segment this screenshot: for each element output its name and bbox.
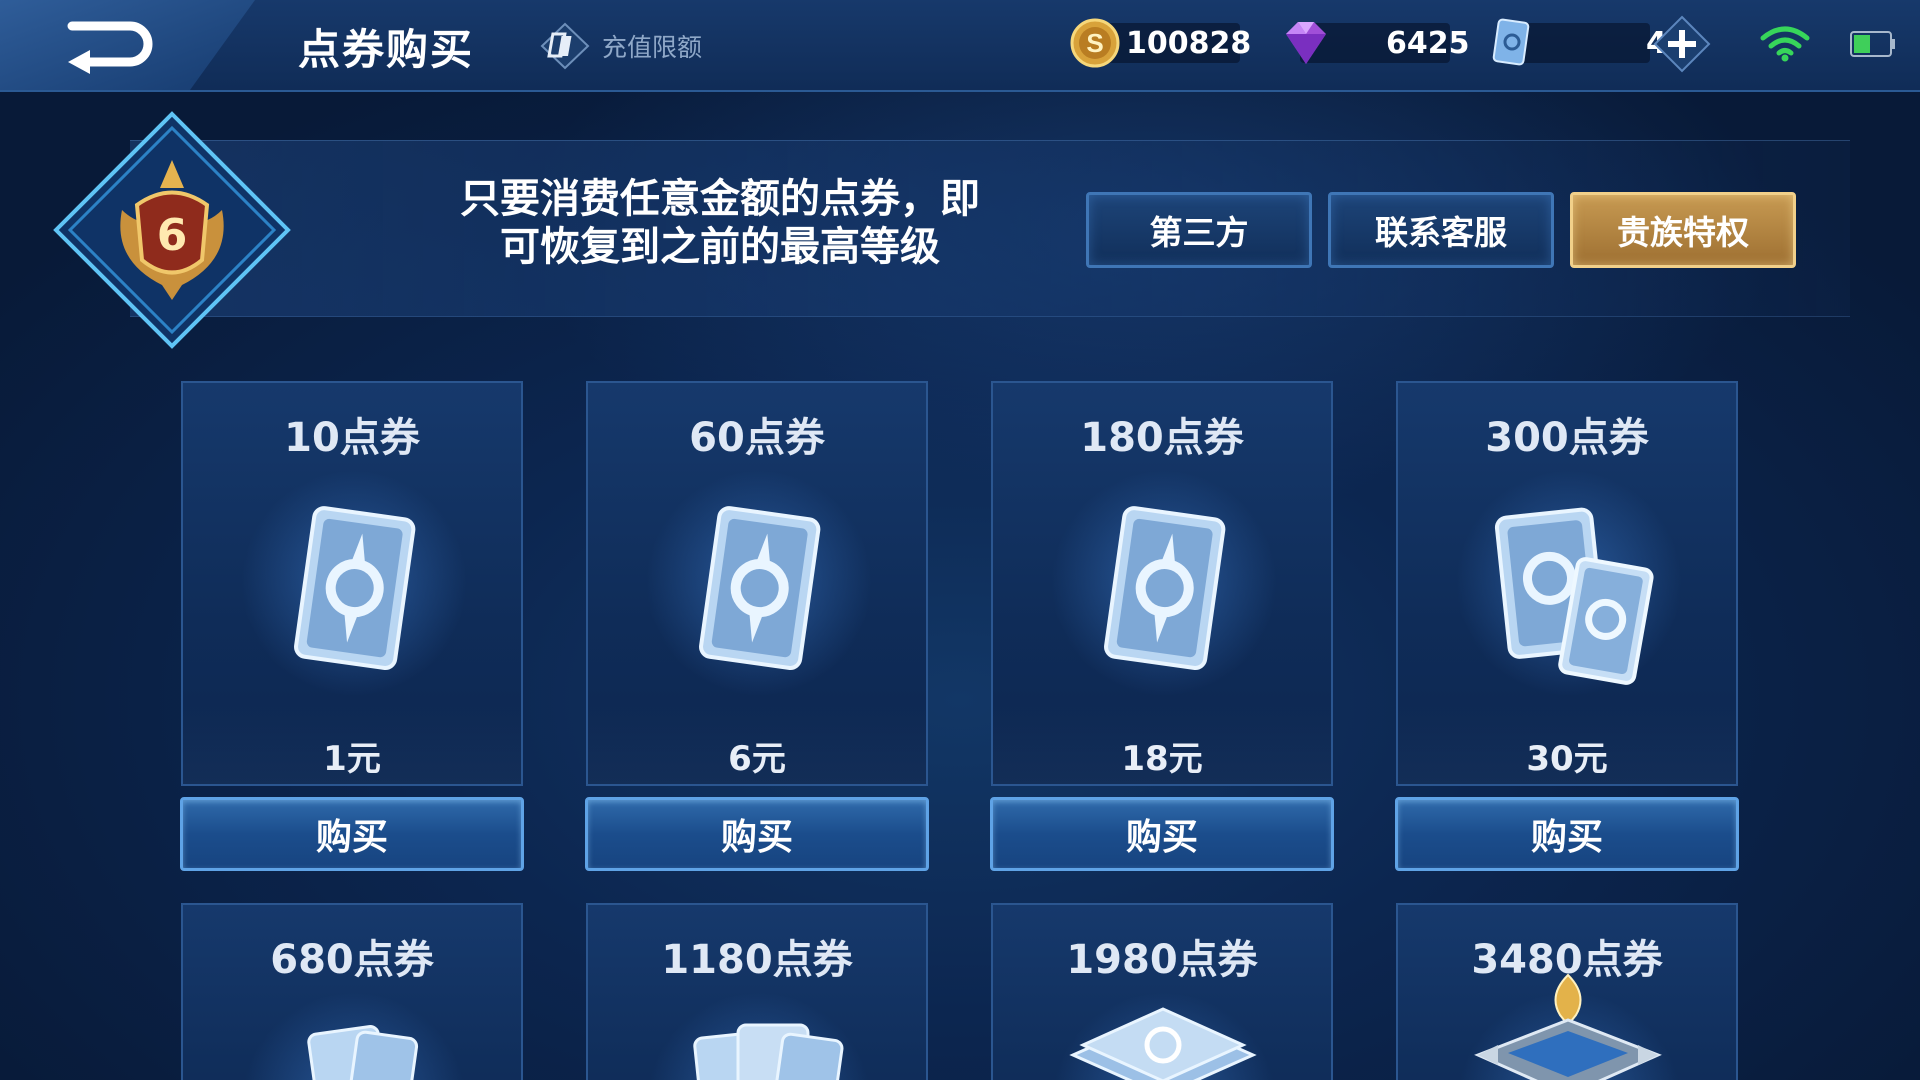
- buy-button[interactable]: 购买: [180, 797, 524, 871]
- battery-icon: [1850, 31, 1895, 57]
- package-card[interactable]: 1980点券: [991, 903, 1333, 1080]
- package-title: 10点券: [284, 415, 420, 461]
- add-coupon-button[interactable]: [1653, 15, 1711, 73]
- noble-privilege-button[interactable]: 贵族特权: [1570, 192, 1796, 268]
- package-card[interactable]: 180点券 18元: [991, 381, 1333, 786]
- package-card[interactable]: 300点券 30元: [1396, 381, 1738, 786]
- voucher-card-icon: [294, 506, 416, 670]
- package-title: 680点券: [270, 937, 434, 983]
- svg-text:S: S: [1086, 28, 1103, 58]
- gold-amount: 100828: [1126, 25, 1252, 61]
- package-title: 60点券: [689, 415, 825, 461]
- voucher-stack-icon: [307, 1025, 419, 1080]
- coupon-icon: [1492, 18, 1530, 66]
- card-icon: [540, 22, 590, 70]
- treasure-chest-icon: [1474, 973, 1662, 1080]
- package-price: 1元: [323, 739, 381, 779]
- banner-message-line1: 只要消费任意金额的点券，即: [460, 176, 980, 222]
- package-card[interactable]: 680点券: [181, 903, 523, 1080]
- recharge-limit-link[interactable]: 充值限额: [540, 22, 703, 70]
- package-price: 6元: [728, 739, 786, 779]
- voucher-stack-icon: [1494, 507, 1654, 685]
- third-party-button[interactable]: 第三方: [1086, 192, 1312, 268]
- wifi-icon: [1760, 26, 1810, 62]
- diamond-amount: 6425: [1386, 25, 1470, 61]
- package-price: 18元: [1121, 739, 1203, 779]
- package-price: 30元: [1526, 739, 1608, 779]
- buy-button[interactable]: 购买: [990, 797, 1334, 871]
- plus-icon: [1653, 15, 1711, 73]
- buy-button[interactable]: 购买: [585, 797, 929, 871]
- package-card[interactable]: 1180点券: [586, 903, 928, 1080]
- gold-coin-icon: S: [1070, 18, 1120, 68]
- voucher-card-icon: [699, 506, 821, 670]
- package-card[interactable]: 60点券 6元: [586, 381, 928, 786]
- shop-screen: 点券购买 充值限额 S 100828 6425 6 只要消费任意金额的点券，即 …: [0, 0, 1920, 1080]
- back-button[interactable]: [60, 14, 160, 74]
- voucher-pile-icon: [1069, 1007, 1257, 1080]
- package-card[interactable]: 3480点券: [1396, 903, 1738, 1080]
- diamond-counter: 6425: [1278, 20, 1470, 66]
- page-title: 点券购买: [298, 25, 475, 74]
- buy-button[interactable]: 购买: [1395, 797, 1739, 871]
- rank-level: 6: [157, 210, 188, 261]
- recharge-limit-label: 充值限额: [602, 33, 703, 62]
- package-title: 180点券: [1080, 415, 1244, 461]
- voucher-card-icon: [1104, 506, 1226, 670]
- package-title: 1180点券: [661, 937, 853, 983]
- contact-service-button[interactable]: 联系客服: [1328, 192, 1554, 268]
- coupon-counter: 4: [1488, 18, 1667, 66]
- package-card[interactable]: 10点券 1元: [181, 381, 523, 786]
- diamond-icon: [1286, 22, 1326, 64]
- banner-message-line2: 可恢复到之前的最高等级: [500, 224, 940, 270]
- gold-counter: S 100828: [1070, 18, 1252, 68]
- rank-emblem-icon: 6: [53, 111, 291, 349]
- top-bar: 点券购买 充值限额 S 100828 6425: [0, 0, 1920, 92]
- back-arrow-icon: [67, 21, 153, 74]
- package-title: 1980点券: [1066, 937, 1258, 983]
- package-title: 300点券: [1485, 415, 1649, 461]
- banner-message: 只要消费任意金额的点券，即 可恢复到之前的最高等级: [420, 175, 1020, 271]
- voucher-stack-icon: [693, 1023, 844, 1080]
